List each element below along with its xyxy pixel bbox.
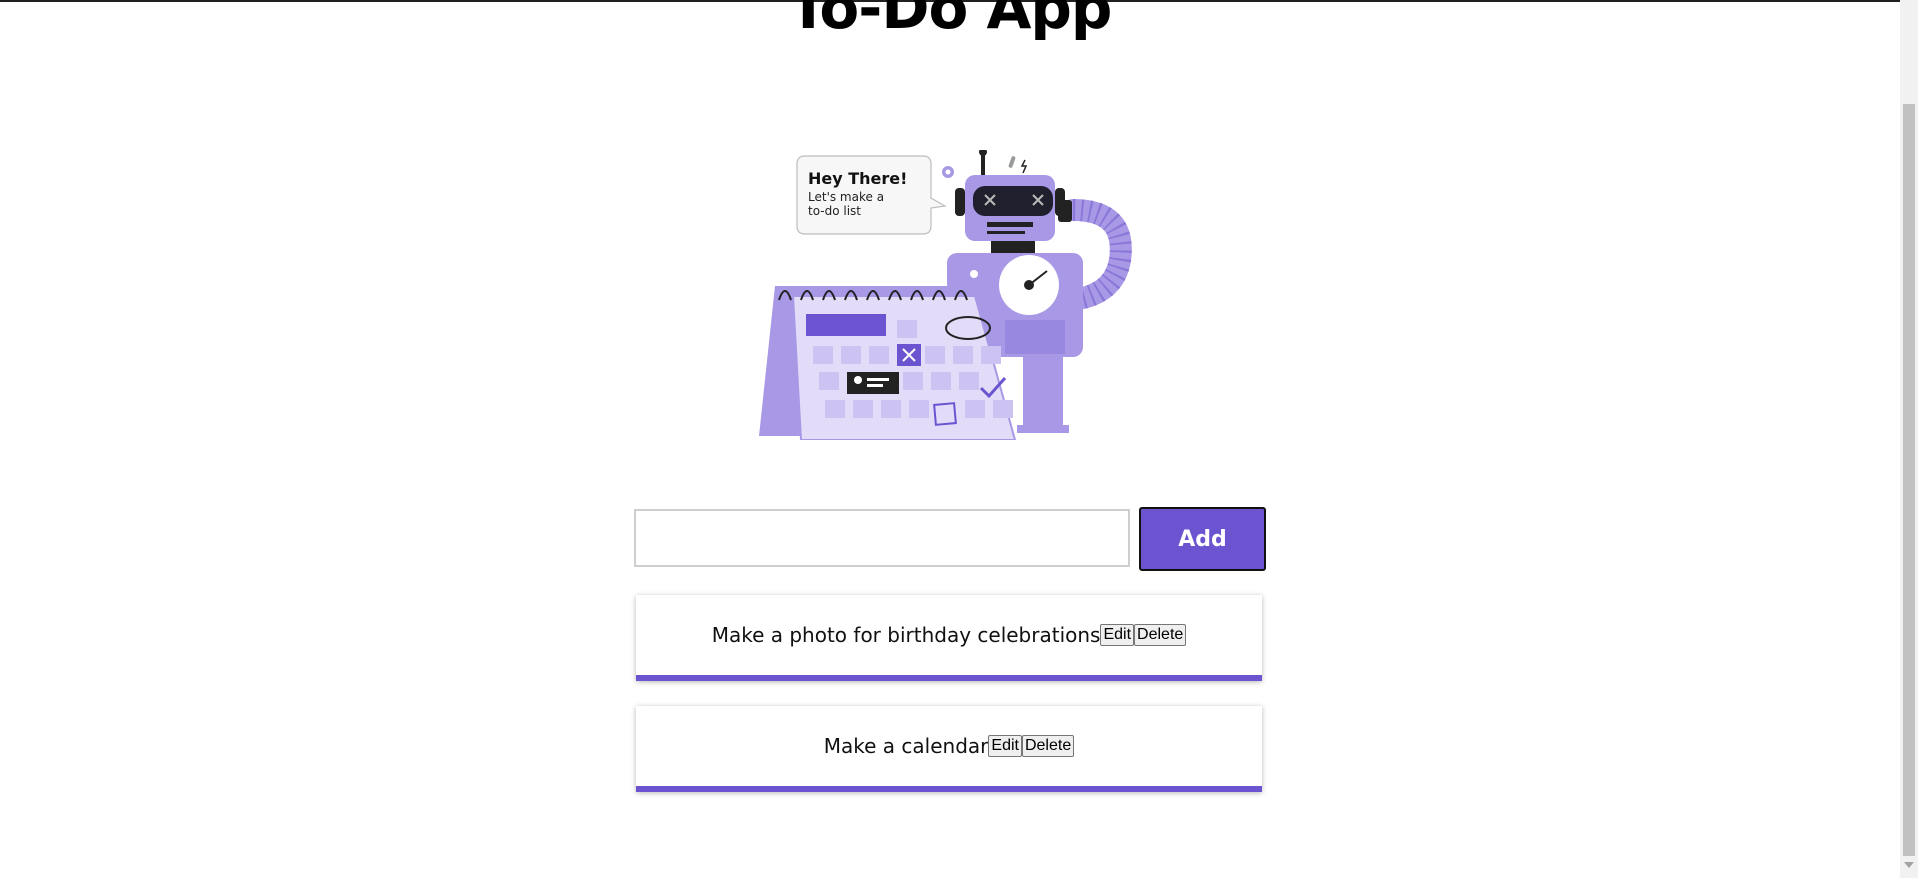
todo-list: Make a photo for birthday celebrations Ed… [636,595,1262,817]
screw-icon [1008,156,1016,168]
robot-calendar-illustration: Hey There! Let's make a to-do list [759,150,1132,440]
vertical-scrollbar[interactable] [1900,0,1918,878]
page-title: To-Do App [788,0,1113,42]
spark-icon [1020,159,1028,174]
todo-text: Make a calendar [823,734,989,758]
todo-item: Make a photo for birthday celebrations Ed… [636,595,1262,681]
robot-visor [973,186,1053,216]
robot-leg [1023,357,1063,427]
delete-button[interactable]: Delete [1134,624,1187,646]
calendar-illustration [759,286,1017,440]
edit-button[interactable]: Edit [1100,624,1135,646]
bubble-line-1: Let's make a [808,190,884,204]
gear-icon [942,166,954,178]
task-input[interactable] [634,509,1130,567]
scrollbar-thumb[interactable] [1903,104,1915,856]
todo-text: Make a photo for birthday celebrations [711,623,1101,647]
delete-button[interactable]: Delete [1021,735,1075,757]
edit-button[interactable]: Edit [988,735,1022,757]
scroll-down-arrow-icon[interactable] [1904,862,1914,868]
page: To-Do App Hey There! Let's make a to-do … [0,0,1900,878]
add-button[interactable]: Add [1139,507,1266,571]
add-task-form: Add [634,507,1266,571]
bubble-line-2: to-do list [808,204,861,218]
bubble-title: Hey There! [808,169,907,188]
speech-bubble: Hey There! Let's make a to-do list [796,155,947,235]
robot-neck [991,241,1035,253]
todo-item: Make a calendar Edit Delete [636,706,1262,792]
